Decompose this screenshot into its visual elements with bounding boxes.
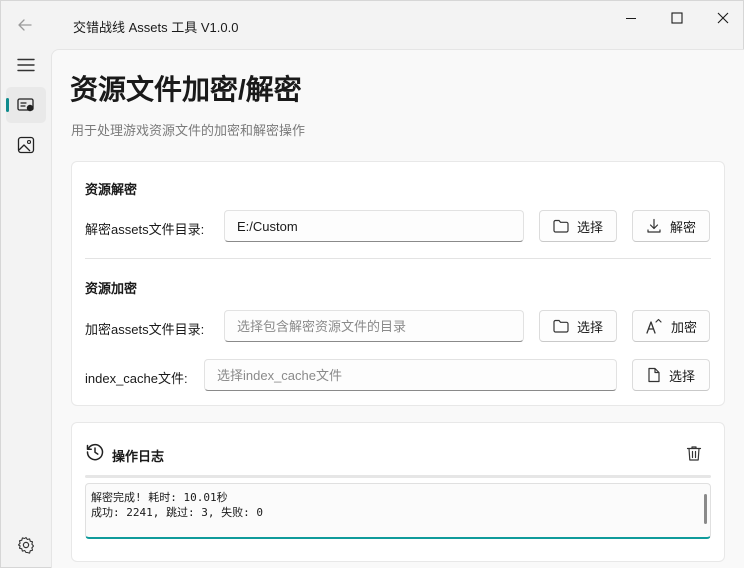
settings-gear-icon	[17, 536, 35, 554]
minimize-icon	[626, 18, 636, 19]
decrypt-dir-input[interactable]	[224, 210, 524, 242]
encrypt-dir-input[interactable]	[224, 310, 524, 342]
index-cache-input[interactable]	[204, 359, 617, 391]
maximize-icon	[671, 12, 683, 24]
trash-icon	[686, 445, 702, 461]
log-line: 解密完成! 耗时: 10.01秒	[91, 491, 228, 504]
page-subtitle: 用于处理游戏资源文件的加密和解密操作	[71, 123, 306, 138]
folder-icon	[553, 219, 569, 233]
section-divider	[85, 258, 711, 259]
close-button[interactable]	[699, 1, 744, 35]
decrypt-button[interactable]: 解密	[632, 210, 710, 242]
back-button[interactable]	[9, 9, 41, 41]
image-icon	[17, 136, 35, 154]
decrypt-section-title: 资源解密	[85, 182, 138, 197]
file-icon	[648, 367, 660, 383]
download-icon	[647, 218, 661, 233]
title-bar: 交错战线 Assets 工具 V1.0.0	[1, 1, 743, 49]
encrypt-button-label: 加密	[670, 319, 697, 335]
decrypt-select-label: 选择	[576, 219, 603, 235]
close-icon	[717, 12, 729, 24]
index-cache-select-button[interactable]: 选择	[632, 359, 710, 391]
history-icon	[86, 443, 104, 461]
window-title: 交错战线 Assets 工具 V1.0.0	[73, 20, 239, 35]
decrypt-button-label: 解密	[669, 219, 696, 235]
nav-item-images[interactable]	[6, 127, 46, 163]
encrypt-decrypt-card: 资源解密 解密assets文件目录: 选择 解密 资源加密 加密assets文件…	[71, 161, 725, 406]
main-content: 资源文件加密/解密 用于处理游戏资源文件的加密和解密操作 资源解密 解密asse…	[51, 49, 744, 568]
folder-icon	[553, 319, 569, 333]
minimize-button[interactable]	[607, 1, 655, 35]
index-cache-select-label: 选择	[668, 368, 695, 384]
app-window: 交错战线 Assets 工具 V1.0.0 资源文件加密/解密 用于处理游戏资源…	[0, 0, 744, 568]
nav-settings[interactable]	[6, 527, 46, 563]
encrypt-select-button[interactable]: 选择	[539, 310, 617, 342]
id-card-icon	[17, 98, 34, 112]
log-title: 操作日志	[112, 449, 165, 464]
index-cache-label: index_cache文件:	[85, 371, 188, 386]
log-scrollbar[interactable]	[704, 494, 707, 524]
decrypt-dir-label: 解密assets文件目录:	[85, 222, 205, 237]
nav-item-encrypt-decrypt[interactable]	[6, 87, 46, 123]
text-accent-icon	[646, 318, 662, 334]
encrypt-section-title: 资源加密	[85, 281, 138, 296]
log-separator	[85, 475, 711, 478]
hamburger-menu-icon	[17, 58, 35, 72]
log-output[interactable]: 解密完成! 耗时: 10.01秒 成功: 2241, 跳过: 3, 失败: 0	[85, 483, 711, 539]
encrypt-dir-label: 加密assets文件目录:	[85, 322, 205, 337]
encrypt-select-label: 选择	[576, 319, 603, 335]
encrypt-button[interactable]: 加密	[632, 310, 710, 342]
operation-log-card: 操作日志 解密完成! 耗时: 10.01秒 成功: 2241, 跳过: 3, 失…	[71, 422, 725, 562]
nav-active-indicator	[6, 98, 9, 112]
log-line: 成功: 2241, 跳过: 3, 失败: 0	[91, 506, 263, 519]
clear-log-button[interactable]	[680, 439, 708, 467]
arrow-left-icon	[18, 19, 32, 31]
decrypt-select-button[interactable]: 选择	[539, 210, 617, 242]
nav-menu-toggle[interactable]	[6, 47, 46, 83]
page-title: 资源文件加密/解密	[70, 74, 302, 105]
maximize-button[interactable]	[653, 1, 701, 35]
